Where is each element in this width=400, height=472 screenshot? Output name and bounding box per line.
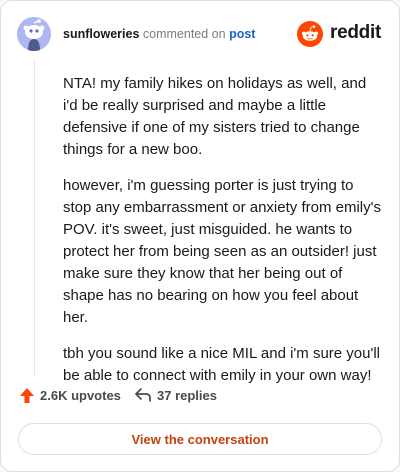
- comment-meta: sunfloweries commented on post: [63, 27, 255, 41]
- reddit-logo-icon: [297, 21, 323, 47]
- replies-button[interactable]: 37 replies: [134, 387, 217, 403]
- comment-embed-card: sunfloweries commented on post reddit NT…: [0, 0, 400, 472]
- upvote-count: 2.6K upvotes: [40, 388, 121, 403]
- comment-body: NTA! my family hikes on holidays as well…: [63, 73, 381, 401]
- reply-count: 37 replies: [157, 387, 217, 403]
- comment-header: sunfloweries commented on post reddit: [17, 17, 383, 51]
- snoo-avatar-icon: [17, 17, 51, 51]
- thread-line: [34, 59, 35, 377]
- comment-paragraph: however, i'm guessing porter is just try…: [63, 177, 381, 326]
- upvote-button[interactable]: 2.6K upvotes: [19, 387, 121, 404]
- comment-actions: 2.6K upvotes 37 replies: [19, 387, 381, 411]
- post-link[interactable]: post: [229, 27, 255, 41]
- action-text: commented on: [142, 27, 226, 41]
- comment-paragraph: NTA! my family hikes on holidays as well…: [63, 75, 367, 158]
- reddit-brand[interactable]: reddit: [295, 19, 381, 49]
- comment-paragraph: tbh you sound like a nice MIL and i'm su…: [63, 345, 381, 384]
- user-avatar[interactable]: [17, 17, 51, 51]
- upvote-arrow-icon: [20, 388, 34, 403]
- reply-arrow-icon: [135, 388, 151, 402]
- view-conversation-button[interactable]: View the conversation: [18, 423, 382, 455]
- reddit-wordmark: reddit: [330, 22, 381, 43]
- username-link[interactable]: sunfloweries: [63, 27, 139, 41]
